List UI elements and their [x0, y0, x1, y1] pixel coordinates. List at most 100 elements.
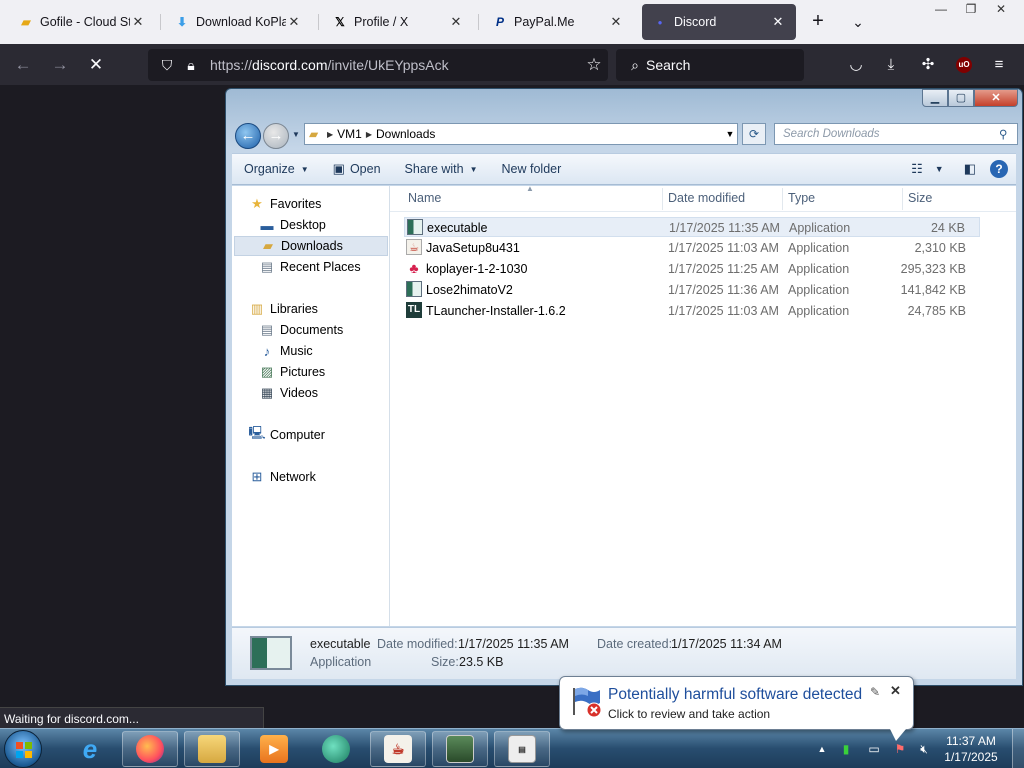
back-arrow-icon[interactable]: ←: [235, 123, 261, 149]
start-button[interactable]: [4, 730, 42, 768]
close-icon[interactable]: ✕: [608, 14, 624, 30]
file-row[interactable]: ☕︎ JavaSetup8u431 1/17/2025 11:03 AM App…: [404, 238, 980, 258]
breadcrumb-downloads[interactable]: Downloads: [376, 127, 435, 141]
taskbar-internet-explorer[interactable]: e: [62, 731, 118, 767]
battery-icon[interactable]: ▮: [838, 741, 854, 757]
notification-message: Click to review and take action: [608, 707, 771, 721]
search-placeholder: Search: [646, 57, 691, 73]
clock[interactable]: 11:37 AM 1/17/2025: [936, 733, 1006, 765]
volume-muted-icon[interactable]: 🔇︎: [916, 741, 932, 757]
forward-arrow-icon[interactable]: →: [263, 123, 289, 149]
nav-favorites[interactable]: ★ Favorites: [248, 194, 321, 214]
file-row[interactable]: ♣ koplayer-1-2-1030 1/17/2025 11:25 AM A…: [404, 259, 980, 279]
list-all-tabs-chevron-icon[interactable]: ⌄: [848, 10, 868, 34]
file-row[interactable]: TL TLauncher-Installer-1.6.2 1/17/2025 1…: [404, 301, 980, 321]
new-tab-plus-icon[interactable]: +: [806, 10, 830, 34]
taskbar-installer[interactable]: [432, 731, 488, 767]
network-tray-icon[interactable]: ▭: [866, 741, 882, 757]
nav-downloads[interactable]: ▰ Downloads: [234, 236, 388, 256]
column-name[interactable]: Name: [408, 191, 441, 205]
address-dropdown-icon[interactable]: ▼: [723, 129, 737, 139]
recent-pages-chevron-icon[interactable]: ▼: [292, 130, 300, 139]
close-icon[interactable]: ✕: [130, 14, 146, 30]
security-notification-balloon[interactable]: Potentially harmful software detected Cl…: [559, 676, 914, 741]
share-with-button[interactable]: Share with ▼: [393, 162, 490, 176]
taskbar-explorer[interactable]: [184, 731, 240, 767]
sort-arrow-icon: ▲: [526, 184, 534, 193]
tracking-shield-icon[interactable]: ⛉: [156, 57, 178, 74]
view-dropdown-icon[interactable]: ▼: [929, 164, 950, 174]
tab-discord[interactable]: ● Discord ✕: [642, 4, 796, 40]
nav-videos[interactable]: ▦ Videos: [258, 383, 318, 403]
nav-computer[interactable]: 🖳︎ Computer: [248, 425, 325, 445]
tab-profile-x[interactable]: 𝕏 Profile / X ✕: [322, 4, 474, 40]
tab-gofile[interactable]: ▰ Gofile - Cloud Stora ✕: [8, 4, 156, 40]
change-view-icon[interactable]: ☷: [905, 161, 929, 177]
open-button[interactable]: ▣ Open: [321, 161, 393, 177]
preview-pane-icon[interactable]: ◧: [958, 161, 982, 177]
close-window-icon[interactable]: ✕: [986, 0, 1016, 20]
refresh-icon[interactable]: ⟳: [742, 123, 766, 145]
back-arrow-icon[interactable]: ←: [10, 52, 36, 78]
breadcrumb-arrow-icon[interactable]: ▶: [366, 130, 372, 139]
close-window-icon[interactable]: ✕: [974, 89, 1018, 107]
show-hidden-icons-arrow-icon[interactable]: ▲: [814, 741, 830, 757]
breadcrumb-arrow-icon[interactable]: ▶: [327, 130, 333, 139]
file-row[interactable]: Lose2himatoV2 1/17/2025 11:36 AM Applica…: [404, 280, 980, 300]
maximize-icon[interactable]: ▢: [948, 89, 974, 107]
stop-loading-icon[interactable]: ✕: [83, 52, 109, 78]
downloads-icon[interactable]: ⤓: [880, 54, 902, 76]
ublock-origin-icon[interactable]: uO: [956, 57, 972, 73]
nav-libraries[interactable]: ▥ Libraries: [248, 299, 318, 319]
taskbar-executable[interactable]: ▤: [494, 731, 550, 767]
nav-network[interactable]: ⊞ Network: [248, 467, 316, 487]
nav-pictures[interactable]: ▨ Pictures: [258, 362, 325, 382]
nav-desktop[interactable]: ▬ Desktop: [258, 215, 326, 235]
lock-icon[interactable]: 🔒︎: [180, 57, 202, 74]
tab-paypal[interactable]: P PayPal.Me ✕: [482, 4, 634, 40]
minimize-icon[interactable]: —: [926, 0, 956, 20]
column-date-modified[interactable]: Date modified: [668, 191, 745, 205]
bookmark-star-icon[interactable]: ☆: [580, 55, 608, 75]
folder-icon: [198, 735, 226, 763]
nav-recent-places[interactable]: ▤ Recent Places: [258, 257, 361, 277]
koplayer-download-icon: ⬇: [176, 15, 188, 29]
url-text[interactable]: https://discord.com/invite/UkEYppsAck: [210, 57, 580, 73]
restore-icon[interactable]: ❐: [956, 0, 986, 20]
taskbar-media-player[interactable]: ▶: [246, 731, 302, 767]
close-icon[interactable]: ✕: [890, 683, 901, 699]
nav-music[interactable]: ♪ Music: [258, 341, 313, 361]
extensions-puzzle-icon[interactable]: ✣: [917, 54, 939, 76]
help-icon[interactable]: ?: [990, 160, 1008, 178]
column-size[interactable]: Size: [908, 191, 932, 205]
action-center-flag-icon[interactable]: ⚑: [892, 741, 908, 757]
close-icon[interactable]: ✕: [770, 14, 786, 30]
nav-label: Downloads: [281, 239, 343, 253]
pocket-icon[interactable]: ◡: [845, 54, 867, 76]
explorer-window-controls: ▁ ▢ ✕: [922, 89, 1018, 107]
minimize-icon[interactable]: ▁: [922, 89, 948, 107]
taskbar-firefox[interactable]: [122, 731, 178, 767]
organize-button[interactable]: Organize ▼: [232, 162, 321, 176]
tab-koplayer[interactable]: ⬇ Download KoPlayer ✕: [164, 4, 312, 40]
show-desktop-button[interactable]: [1012, 729, 1024, 768]
taskbar-chat-app[interactable]: [308, 731, 364, 767]
search-bar[interactable]: ⌕ Search: [616, 49, 804, 81]
search-placeholder: Search Downloads: [783, 128, 880, 140]
breadcrumb-vm1[interactable]: VM1: [337, 127, 362, 141]
taskbar-java-setup[interactable]: ☕︎: [370, 731, 426, 767]
file-row[interactable]: executable 1/17/2025 11:35 AM Applicatio…: [404, 217, 980, 237]
address-bar[interactable]: ▰ ▶ VM1 ▶ Downloads ▼: [304, 123, 738, 145]
new-folder-label: New folder: [501, 162, 562, 176]
column-type[interactable]: Type: [788, 191, 815, 205]
nav-label: Documents: [280, 323, 344, 337]
new-folder-button[interactable]: New folder: [490, 162, 574, 176]
forward-arrow-icon[interactable]: →: [47, 52, 73, 78]
url-bar[interactable]: ⛉ 🔒︎ https://discord.com/invite/UkEYppsA…: [148, 49, 608, 81]
close-icon[interactable]: ✕: [448, 14, 464, 30]
hamburger-menu-icon[interactable]: ≡: [988, 54, 1010, 76]
search-downloads-input[interactable]: Search Downloads ⚲: [774, 123, 1018, 145]
close-icon[interactable]: ✕: [286, 14, 302, 30]
nav-documents[interactable]: ▤ Documents: [258, 320, 343, 340]
wrench-options-icon[interactable]: ✎: [870, 685, 880, 699]
